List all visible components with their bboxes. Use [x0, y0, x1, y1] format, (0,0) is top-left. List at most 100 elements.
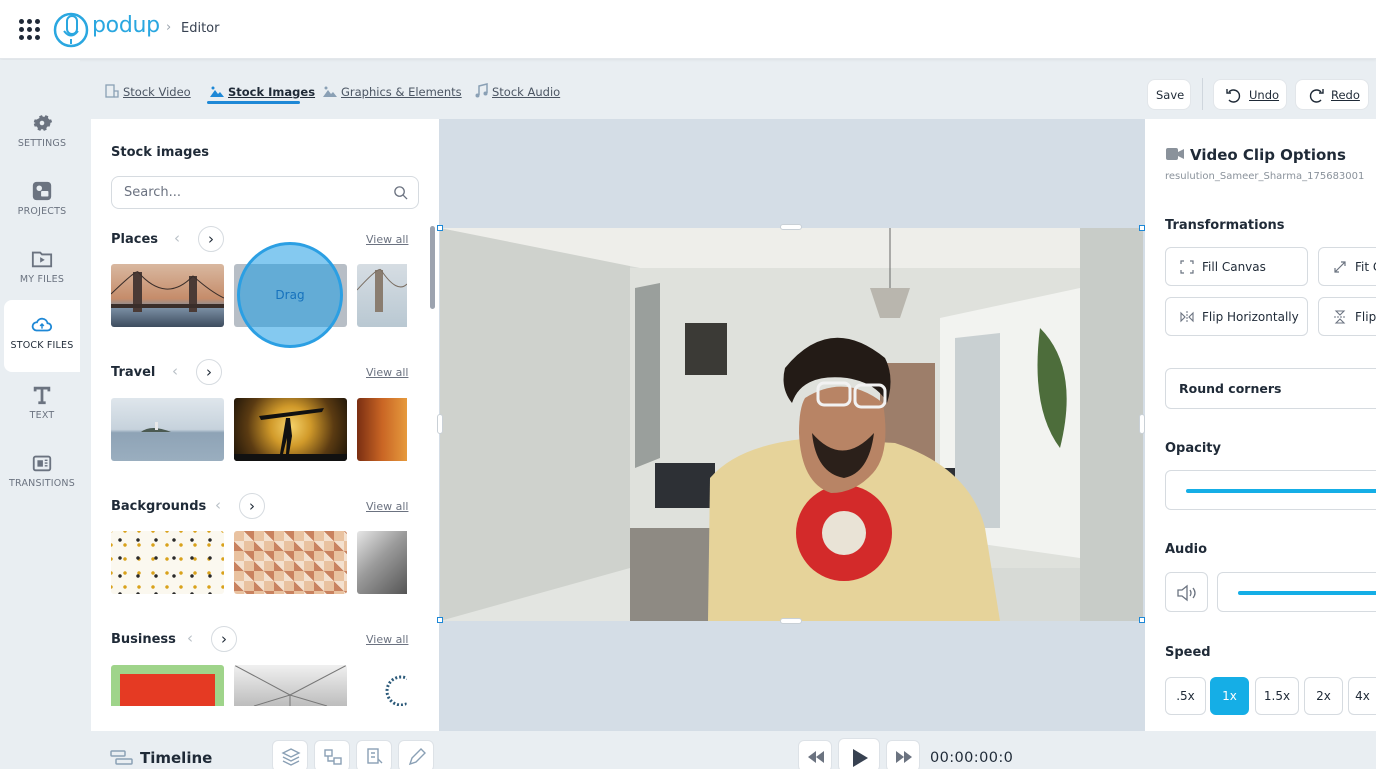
business-prev-button[interactable]: ‹ — [177, 626, 203, 652]
projects-icon — [32, 181, 52, 201]
toolbar-divider — [1202, 78, 1203, 110]
business-next-button[interactable]: › — [211, 626, 237, 652]
volume-slider[interactable] — [1238, 591, 1376, 595]
undo-button[interactable]: Undo — [1213, 79, 1287, 110]
redo-button[interactable]: Redo — [1295, 79, 1369, 110]
flip-horizontal-icon — [1180, 311, 1194, 323]
sidebar-item-my-files[interactable]: MY FILES — [4, 240, 80, 304]
resize-handle-top[interactable] — [780, 224, 802, 230]
clip-filename: resulution_Sameer_Sharma_175683001 — [1165, 171, 1365, 182]
edit-button[interactable] — [398, 740, 434, 769]
business-thumb-architecture[interactable] — [234, 665, 347, 706]
trim-button[interactable] — [356, 740, 392, 769]
resize-handle-tl[interactable] — [437, 225, 443, 231]
bridge-sketch-image — [357, 268, 407, 312]
sidebar-item-stock-files[interactable]: STOCK FILES — [4, 300, 80, 372]
cloud-icon — [31, 317, 53, 332]
flip-vertical-icon — [1334, 310, 1346, 324]
mute-button[interactable] — [1165, 572, 1208, 612]
tab-stock-audio[interactable]: Stock Audio — [475, 83, 561, 99]
backgrounds-thumb-pattern[interactable] — [111, 531, 224, 594]
sidebar-item-transitions[interactable]: TRANSITIONS — [4, 444, 80, 508]
flip-horizontally-button[interactable]: Flip Horizontally — [1165, 297, 1308, 336]
film-edit-icon — [367, 748, 383, 764]
sidebar-item-label: SETTINGS — [17, 138, 67, 149]
speed-option-4x[interactable]: 4x — [1348, 677, 1376, 715]
audio-heading: Audio — [1165, 542, 1208, 557]
backgrounds-view-all-link[interactable]: View all — [366, 500, 408, 513]
logo-text: podup — [92, 13, 160, 38]
backgrounds-next-button[interactable]: › — [239, 493, 265, 519]
dots-circle-image — [385, 675, 407, 706]
tab-graphics-elements[interactable]: Graphics & Elements — [323, 85, 462, 99]
speed-heading: Speed — [1165, 645, 1211, 660]
save-button[interactable]: Save — [1147, 79, 1191, 110]
fill-canvas-icon — [1180, 260, 1194, 274]
layers-button[interactable] — [272, 740, 308, 769]
fit-canvas-button[interactable]: Fit C — [1318, 247, 1376, 286]
speed-option-2x[interactable]: 2x — [1304, 677, 1343, 715]
search-icon[interactable] — [393, 185, 408, 200]
travel-thumb-3[interactable] — [357, 398, 407, 461]
backgrounds-prev-button[interactable]: ‹ — [205, 493, 231, 519]
flip-horizontally-label: Flip Horizontally — [1202, 310, 1299, 324]
pencil-icon — [408, 748, 426, 766]
rewind-button[interactable] — [798, 740, 832, 769]
save-label: Save — [1156, 88, 1185, 102]
undo-icon — [1226, 89, 1241, 103]
graphics-icon — [323, 86, 337, 97]
resize-handle-bottom[interactable] — [780, 618, 802, 624]
play-button[interactable] — [838, 738, 880, 769]
flip-vertically-label: Flip — [1355, 310, 1376, 324]
business-thumb-red[interactable] — [111, 665, 224, 706]
panel-scrollbar[interactable] — [430, 226, 435, 309]
speed-option-0-5x[interactable]: .5x — [1165, 677, 1206, 715]
places-next-button[interactable]: › — [198, 226, 224, 252]
sidebar-item-settings[interactable]: SETTINGS — [4, 104, 80, 168]
opacity-slider[interactable] — [1186, 489, 1376, 493]
places-view-all-link[interactable]: View all — [366, 233, 408, 246]
breadcrumb-editor: Editor — [181, 21, 220, 36]
fill-canvas-button[interactable]: Fill Canvas — [1165, 247, 1308, 286]
transitions-icon — [32, 455, 52, 472]
clip-options-title: Video Clip Options — [1190, 146, 1346, 164]
top-bar: podup › Editor — [0, 0, 1376, 59]
tab-label: Stock Audio — [492, 85, 561, 99]
places-thumb-3[interactable] — [357, 264, 407, 327]
speed-option-1-5x[interactable]: 1.5x — [1255, 677, 1299, 715]
tab-label: Stock Images — [228, 85, 316, 99]
travel-view-all-link[interactable]: View all — [366, 366, 408, 379]
video-clip-options-panel: Video Clip Options resulution_Sameer_Sha… — [1145, 119, 1376, 731]
tab-stock-images[interactable]: Stock Images — [210, 85, 316, 99]
expand-arrows-icon — [1334, 261, 1346, 273]
video-clip[interactable] — [440, 228, 1143, 621]
resize-handle-bl[interactable] — [437, 617, 443, 623]
round-corners-toggle[interactable]: Round corners — [1165, 368, 1376, 409]
travel-prev-button[interactable]: ‹ — [162, 359, 188, 385]
sidebar-item-projects[interactable]: PROJECTS — [4, 172, 80, 236]
travel-next-button[interactable]: › — [196, 359, 222, 385]
tab-label: Stock Video — [123, 85, 191, 99]
places-prev-button[interactable]: ‹ — [164, 226, 190, 252]
sidebar-item-text[interactable]: TEXT — [4, 376, 80, 440]
backgrounds-thumb-3[interactable] — [357, 531, 407, 594]
split-button[interactable] — [314, 740, 350, 769]
timecode: 00:00:00:0 — [930, 750, 1014, 766]
search-input[interactable] — [124, 185, 384, 200]
travel-thumb-silhouette[interactable] — [234, 398, 347, 461]
architecture-image — [234, 665, 347, 706]
flip-vertically-button[interactable]: Flip — [1318, 297, 1376, 336]
business-thumb-3[interactable] — [381, 671, 407, 706]
video-frame-image — [440, 228, 1143, 621]
speed-option-1x[interactable]: 1x — [1210, 677, 1249, 715]
business-view-all-link[interactable]: View all — [366, 633, 408, 646]
tab-stock-video[interactable]: Stock Video — [105, 84, 191, 99]
travel-thumb-island[interactable] — [111, 398, 224, 461]
apps-grid-icon[interactable] — [19, 19, 41, 41]
resize-handle-left[interactable] — [437, 414, 443, 434]
backgrounds-thumb-geometric[interactable] — [234, 531, 347, 594]
fast-forward-button[interactable] — [886, 740, 920, 769]
places-thumb-bridge[interactable] — [111, 264, 224, 327]
bridge-image — [111, 271, 224, 312]
transformations-heading: Transformations — [1165, 218, 1285, 233]
